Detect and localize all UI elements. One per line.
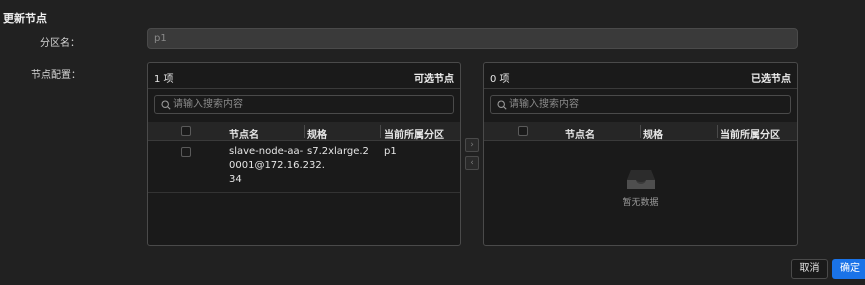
available-panel-title: 可选节点 bbox=[414, 74, 454, 85]
selected-count: 0 项 bbox=[490, 74, 510, 85]
dialog-title: 更新节点 bbox=[3, 12, 47, 25]
column-spec: 规格 bbox=[307, 130, 327, 141]
available-nodes-panel: 1 项 可选节点 节点名 规格 当前所属分区 slave-node-aa- 00… bbox=[147, 62, 461, 246]
cancel-button[interactable]: 取消 bbox=[791, 259, 828, 279]
available-search[interactable] bbox=[154, 95, 454, 114]
node-config-label: 节点配置： bbox=[31, 70, 81, 81]
available-table-header: 节点名 规格 当前所属分区 bbox=[148, 122, 460, 141]
row-spec: s7.2xlarge.2 bbox=[307, 146, 369, 157]
search-icon bbox=[161, 100, 171, 110]
partition-name-label: 分区名： bbox=[40, 38, 80, 49]
available-count: 1 项 bbox=[154, 74, 174, 85]
confirm-button[interactable]: 确定 bbox=[832, 259, 865, 279]
move-left-button[interactable]: ‹ bbox=[465, 156, 479, 170]
empty-inbox-icon bbox=[626, 170, 655, 189]
column-separator bbox=[717, 125, 718, 138]
table-row[interactable]: slave-node-aa- 0001@172.16.232. 34 s7.2x… bbox=[148, 141, 460, 193]
column-current-partition: 当前所属分区 bbox=[720, 130, 780, 141]
column-separator bbox=[380, 125, 381, 138]
empty-state-text: 暂无数据 bbox=[622, 198, 659, 208]
selected-select-all-checkbox[interactable] bbox=[518, 126, 528, 136]
available-panel-header: 1 项 可选节点 bbox=[148, 63, 460, 89]
column-current-partition: 当前所属分区 bbox=[384, 130, 444, 141]
available-search-input[interactable] bbox=[173, 98, 449, 111]
column-separator bbox=[640, 125, 641, 138]
column-node-name: 节点名 bbox=[229, 130, 259, 141]
row-checkbox[interactable] bbox=[181, 147, 191, 157]
row-node-name-line: 34 bbox=[229, 174, 242, 185]
column-node-name: 节点名 bbox=[565, 130, 595, 141]
row-current-partition: p1 bbox=[384, 146, 397, 157]
selected-search[interactable] bbox=[490, 95, 791, 114]
column-separator bbox=[304, 125, 305, 138]
move-right-button[interactable]: › bbox=[465, 138, 479, 152]
selected-table-header: 节点名 规格 当前所属分区 bbox=[484, 122, 797, 141]
selected-panel-title: 已选节点 bbox=[751, 74, 791, 85]
empty-state: 暂无数据 bbox=[484, 167, 797, 208]
partition-name-input: p1 bbox=[147, 28, 798, 49]
selected-nodes-panel: 0 项 已选节点 节点名 规格 当前所属分区 暂无数据 bbox=[483, 62, 798, 246]
column-spec: 规格 bbox=[643, 130, 663, 141]
selected-panel-header: 0 项 已选节点 bbox=[484, 63, 797, 89]
selected-search-input[interactable] bbox=[509, 98, 786, 111]
search-icon bbox=[497, 100, 507, 110]
row-node-name-line: 0001@172.16.232. bbox=[229, 160, 325, 171]
available-select-all-checkbox[interactable] bbox=[181, 126, 191, 136]
